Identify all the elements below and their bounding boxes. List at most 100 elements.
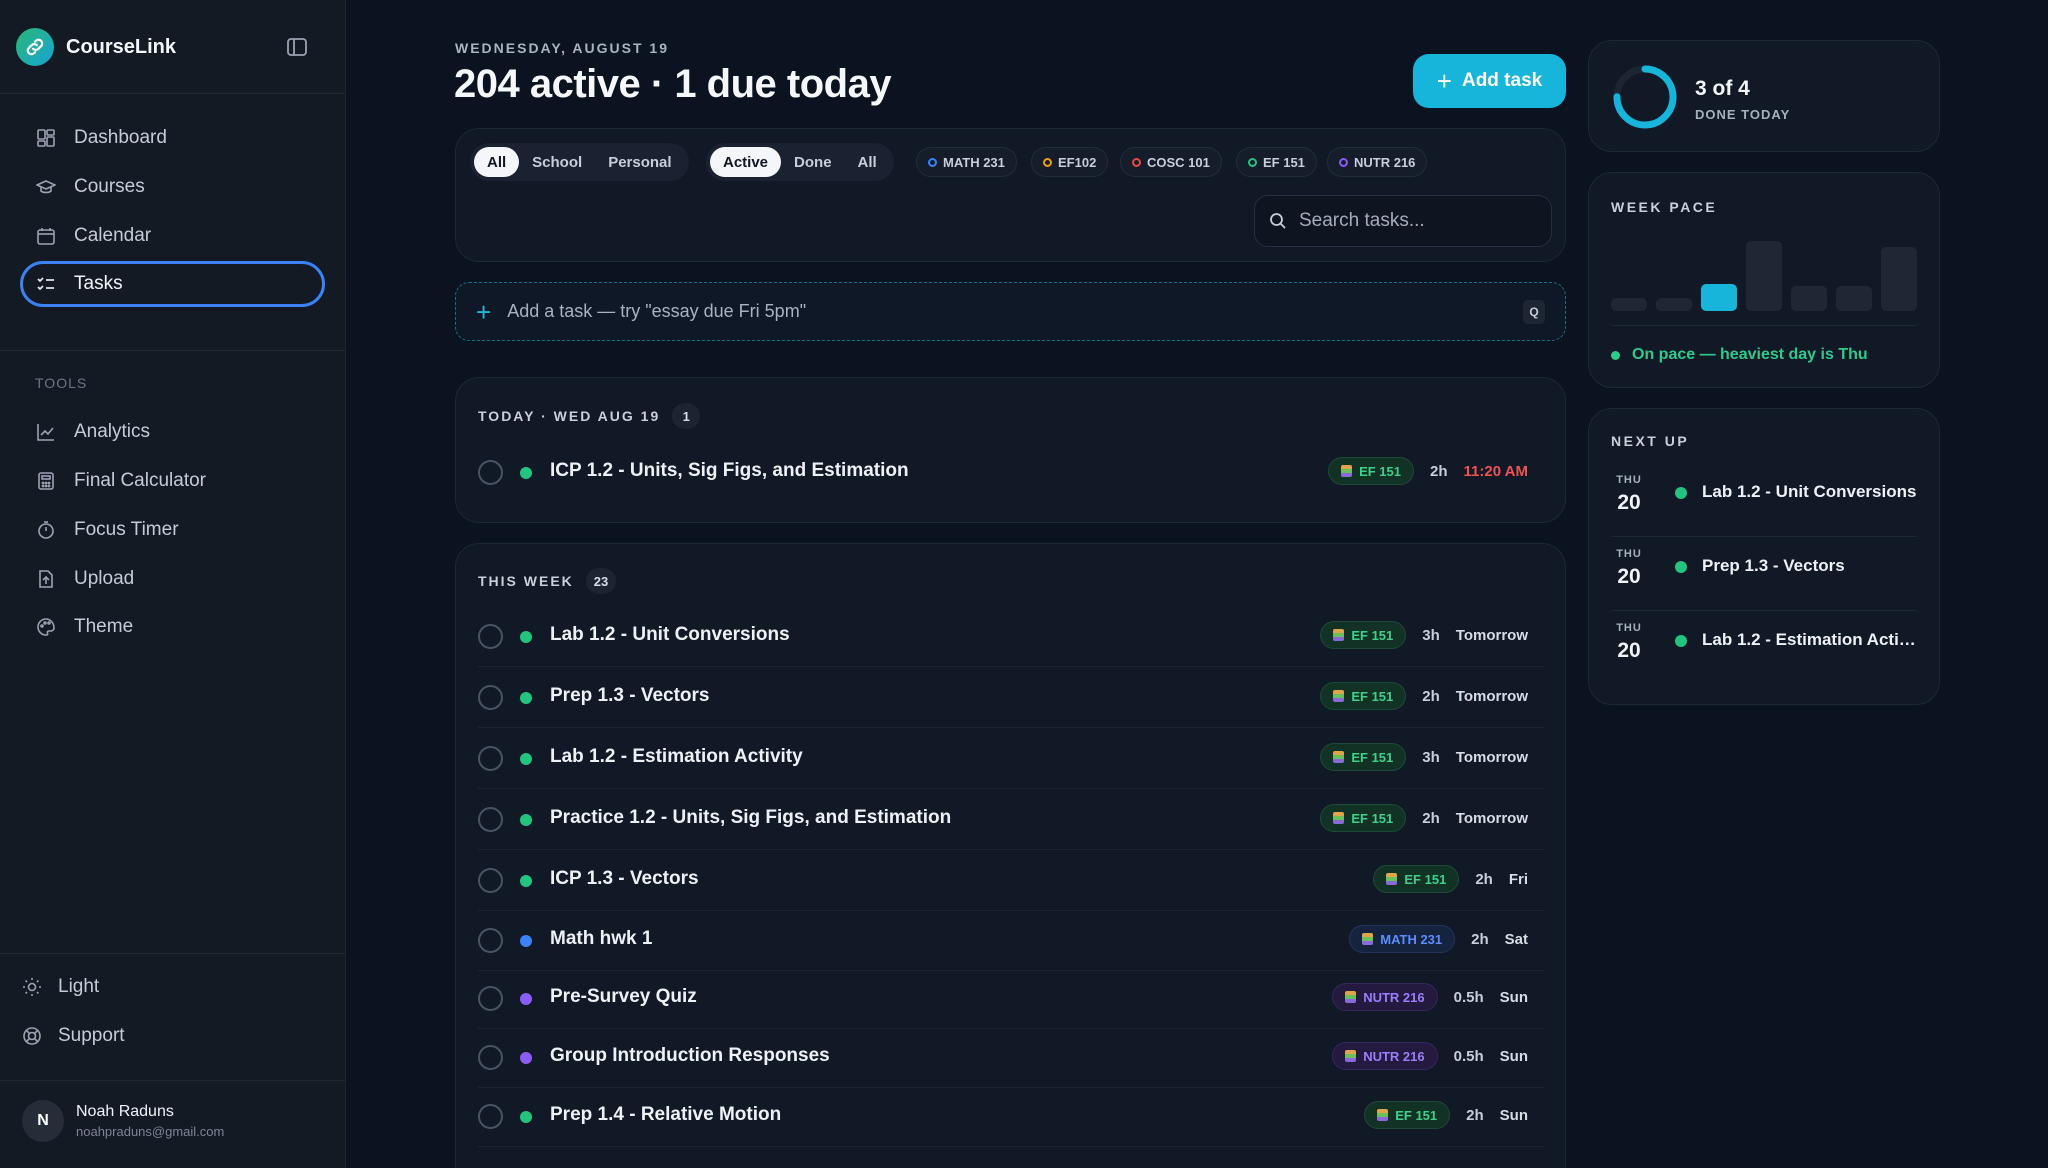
nav-label: Calendar	[74, 225, 152, 246]
task-checkbox[interactable]	[478, 807, 503, 832]
task-title: Lab 1.2 - Unit Conversions	[550, 624, 790, 645]
next-title: Prep 1.3 - Vectors	[1702, 556, 1845, 575]
course-tag-label: EF 151	[1351, 749, 1394, 765]
divider	[0, 350, 346, 351]
user-email: noahpraduns@gmail.com	[76, 1124, 225, 1139]
course-tag[interactable]: EF 151	[1320, 682, 1407, 710]
light-mode-toggle[interactable]: Light	[22, 970, 99, 1004]
dashboard-icon	[37, 129, 55, 147]
user-profile[interactable]: N Noah Raduns noahpraduns@gmail.com	[22, 1100, 224, 1142]
course-tag[interactable]: NUTR 216	[1332, 1042, 1438, 1070]
upload-icon	[39, 570, 53, 588]
nav-theme[interactable]: Theme	[20, 604, 325, 650]
task-row[interactable]: Prep 1.4 - Relative Motion EF 151 2h Sun	[478, 1086, 1544, 1147]
support-label: Support	[58, 1025, 125, 1046]
task-row[interactable]: Math hwk 1 MATH 231 2h Sat	[478, 910, 1544, 971]
scope-school[interactable]: School	[519, 147, 595, 177]
next-day: THU	[1616, 474, 1642, 486]
nav-analytics[interactable]: Analytics	[20, 409, 325, 455]
task-duration: 2h	[1422, 809, 1440, 827]
course-chip-cosc-101[interactable]: COSC 101	[1120, 147, 1222, 177]
task-row[interactable]: Lab 1.2 - Unit Conversions EF 151 3h Tom…	[478, 606, 1544, 667]
circle-icon	[1248, 157, 1257, 167]
pace-status: On pace — heaviest day is Thu	[1611, 346, 1868, 364]
task-due: Sun	[1499, 1106, 1528, 1124]
task-duration: 0.5h	[1453, 988, 1484, 1006]
divider	[0, 1080, 346, 1081]
next-up-item[interactable]: THU 20 Prep 1.3 - Vectors	[1611, 538, 1917, 611]
calculator-icon	[38, 472, 54, 490]
task-row[interactable]: ICP 1.2 - Units, Sig Figs, and Estimatio…	[478, 442, 1544, 503]
next-date: 20	[1617, 565, 1641, 588]
next-up-item[interactable]: THU 20 Lab 1.2 - Unit Conversions	[1611, 464, 1917, 537]
course-tag[interactable]: EF 151	[1320, 621, 1407, 649]
next-date: 20	[1617, 639, 1641, 662]
nav-tasks[interactable]: Tasks	[20, 261, 325, 307]
course-tag[interactable]: EF 151	[1328, 457, 1414, 485]
search-input[interactable]	[1299, 210, 1539, 232]
course-tag-label: EF 151	[1351, 627, 1394, 643]
task-row[interactable]: Prep 1.3 - Vectors EF 151 2h Tomorrow	[478, 667, 1544, 728]
course-tag[interactable]: EF 151	[1364, 1101, 1451, 1129]
course-dot	[520, 814, 532, 826]
course-chip-ef-151[interactable]: EF 151	[1236, 147, 1317, 177]
status-done[interactable]: Done	[781, 147, 845, 177]
scope-all[interactable]: All	[474, 147, 520, 177]
task-checkbox[interactable]	[478, 1104, 503, 1129]
course-tag[interactable]: EF 151	[1373, 865, 1460, 893]
task-checkbox[interactable]	[478, 868, 503, 893]
chart-line-icon	[37, 424, 54, 441]
course-chip-nutr-216[interactable]: NUTR 216	[1327, 147, 1428, 177]
nav-final-calculator[interactable]: Final Calculator	[20, 458, 325, 504]
course-tag[interactable]: MATH 231	[1349, 925, 1456, 953]
task-checkbox[interactable]	[478, 624, 503, 649]
task-checkbox[interactable]	[478, 986, 503, 1011]
task-row[interactable]: Group Introduction Responses NUTR 216 0.…	[478, 1027, 1544, 1088]
nav-calendar[interactable]: Calendar	[20, 213, 325, 259]
section-title: THIS WEEK	[478, 573, 574, 589]
books-icon	[1345, 1050, 1357, 1062]
course-tag[interactable]: EF 151	[1320, 743, 1407, 771]
nav-courses[interactable]: Courses	[20, 164, 325, 210]
nav-focus-timer[interactable]: Focus Timer	[20, 507, 325, 553]
task-checkbox[interactable]	[478, 1045, 503, 1070]
course-chip-math-231[interactable]: MATH 231	[916, 147, 1017, 177]
task-duration: 2h	[1471, 930, 1489, 948]
quick-add-input[interactable]: + Add a task — try "essay due Fri 5pm" Q	[455, 282, 1566, 341]
task-title: Prep 1.4 - Relative Motion	[550, 1104, 782, 1125]
course-tag[interactable]: EF 151	[1320, 804, 1407, 832]
nav-dashboard[interactable]: Dashboard	[20, 115, 325, 161]
task-due: Sat	[1504, 930, 1528, 948]
course-dot	[520, 875, 532, 887]
scope-personal[interactable]: Personal	[595, 147, 684, 177]
task-checkbox[interactable]	[478, 928, 503, 953]
task-row[interactable]: Lab 1.2 - Estimation Activity EF 151 3h …	[478, 728, 1544, 789]
task-row[interactable]: Pre-Survey Quiz NUTR 216 0.5h Sun	[478, 968, 1544, 1029]
course-dot	[1675, 635, 1687, 647]
user-name: Noah Raduns	[76, 1103, 174, 1120]
task-checkbox[interactable]	[478, 460, 503, 485]
page-title: 204 active · 1 due today	[454, 62, 892, 106]
task-row[interactable]: Practice 1.2 - Units, Sig Figs, and Esti…	[478, 789, 1544, 850]
nav-upload[interactable]: Upload	[20, 556, 325, 602]
nav-label: Final Calculator	[74, 470, 206, 491]
support-link[interactable]: Support	[22, 1019, 125, 1053]
course-tag[interactable]: NUTR 216	[1332, 983, 1438, 1011]
nav-label: Tasks	[74, 273, 123, 294]
next-title: Lab 1.2 - Unit Conversions	[1702, 482, 1917, 501]
status-active[interactable]: Active	[710, 147, 782, 177]
course-dot	[520, 935, 532, 947]
section-title: TODAY · WED AUG 19	[478, 408, 661, 424]
brand[interactable]: CourseLink	[16, 28, 176, 66]
task-row[interactable]: ICP 1.3 - Vectors EF 151 2h Fri	[478, 850, 1544, 911]
task-duration: 2h	[1475, 870, 1493, 888]
next-up-item[interactable]: THU 20 Lab 1.2 - Estimation Activity	[1611, 612, 1917, 685]
task-checkbox[interactable]	[478, 746, 503, 771]
course-dot	[520, 692, 532, 704]
task-checkbox[interactable]	[478, 685, 503, 710]
add-task-button[interactable]: + Add task	[1413, 54, 1566, 108]
sidebar-toggle-icon[interactable]	[286, 36, 310, 58]
course-chip-ef102[interactable]: EF102	[1031, 147, 1109, 177]
avatar: N	[22, 1100, 64, 1142]
status-all[interactable]: All	[845, 147, 890, 177]
